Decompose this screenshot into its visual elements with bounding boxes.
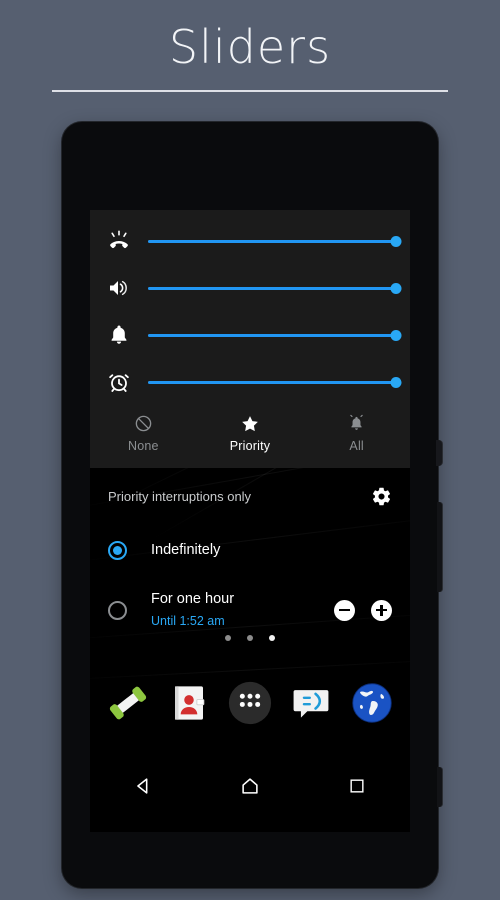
phone-device-frame: None Priority All Priority interruptions… <box>62 122 442 888</box>
slider-thumb-notification[interactable] <box>390 329 402 341</box>
slider-track-alarm[interactable] <box>148 373 402 391</box>
interruption-mode-row: None Priority All <box>90 402 410 464</box>
phone-screen: None Priority All Priority interruptions… <box>90 210 410 832</box>
slider-fill <box>148 333 396 337</box>
slider-track-media[interactable] <box>148 279 402 297</box>
mode-label-none: None <box>127 438 159 453</box>
slider-thumb-media[interactable] <box>390 282 402 294</box>
slider-fill <box>148 380 396 384</box>
priority-header: Priority interruptions only <box>90 468 410 524</box>
home-house-icon <box>239 775 261 802</box>
slider-fill <box>148 239 396 243</box>
mode-button-none[interactable]: None <box>90 402 197 464</box>
slider-row-media[interactable] <box>90 265 410 311</box>
option-for-one-hour-label: For one hour <box>151 591 235 607</box>
home-dock <box>90 670 410 740</box>
option-indefinitely-text: Indefinitely <box>151 541 392 560</box>
browser-app[interactable] <box>349 682 395 728</box>
slider-thumb-ringer[interactable] <box>390 235 402 247</box>
speaker-icon <box>90 276 148 300</box>
increase-duration-button[interactable] <box>371 599 392 621</box>
alarm-clock-icon <box>90 370 148 394</box>
slider-thumb-alarm[interactable] <box>390 376 402 388</box>
radio-indefinitely[interactable] <box>108 540 127 560</box>
title-divider <box>52 90 448 92</box>
slider-row-alarm[interactable] <box>90 359 410 405</box>
contacts-icon <box>168 682 210 729</box>
block-circle-icon <box>134 414 153 434</box>
app-drawer-icon <box>227 680 273 731</box>
option-for-one-hour[interactable]: For one hour Until 1:52 am <box>90 576 410 644</box>
message-bubble-icon <box>289 681 333 730</box>
slider-row-ringer[interactable] <box>90 218 410 264</box>
option-for-one-hour-text: For one hour Until 1:52 am <box>151 590 334 630</box>
volume-rocker[interactable] <box>437 502 442 592</box>
home-button[interactable] <box>223 768 277 808</box>
duration-stepper <box>334 599 392 621</box>
back-triangle-icon <box>132 775 154 802</box>
mode-button-all[interactable]: All <box>303 402 410 464</box>
page-title: Sliders <box>168 20 332 74</box>
option-indefinitely[interactable]: Indefinitely <box>90 524 410 576</box>
quick-settings-panel: None Priority All <box>90 210 410 468</box>
messaging-app[interactable] <box>288 682 334 728</box>
ringer-phone-icon <box>90 229 148 253</box>
decrease-duration-button[interactable] <box>334 599 355 621</box>
app-drawer[interactable] <box>227 680 273 731</box>
star-icon <box>240 414 260 434</box>
gear-icon[interactable] <box>371 486 392 507</box>
back-button[interactable] <box>116 768 170 808</box>
slider-fill <box>148 286 396 290</box>
phone-handset-icon <box>106 681 150 730</box>
power-button[interactable] <box>436 440 442 466</box>
priority-header-label: Priority interruptions only <box>108 488 252 504</box>
recents-button[interactable] <box>330 768 384 808</box>
mode-button-priority[interactable]: Priority <box>197 402 304 464</box>
mode-label-all: All <box>349 438 364 453</box>
ringing-bell-icon <box>347 414 366 434</box>
mode-label-priority: Priority <box>229 438 271 453</box>
contacts-app[interactable] <box>166 682 212 728</box>
bell-icon <box>90 323 148 347</box>
camera-button[interactable] <box>437 767 442 807</box>
priority-interruptions-block: Priority interruptions only Indefinitely… <box>90 468 410 644</box>
option-indefinitely-label: Indefinitely <box>151 541 221 558</box>
slider-row-notification[interactable] <box>90 312 410 358</box>
option-until-time: Until 1:52 am <box>151 614 225 628</box>
slider-track-notification[interactable] <box>148 326 402 344</box>
recents-square-icon <box>347 776 367 801</box>
radio-for-one-hour[interactable] <box>108 600 127 620</box>
phone-app[interactable] <box>105 682 151 728</box>
slider-track-ringer[interactable] <box>148 232 402 250</box>
globe-icon <box>350 681 394 730</box>
android-navigation-bar <box>90 762 410 814</box>
